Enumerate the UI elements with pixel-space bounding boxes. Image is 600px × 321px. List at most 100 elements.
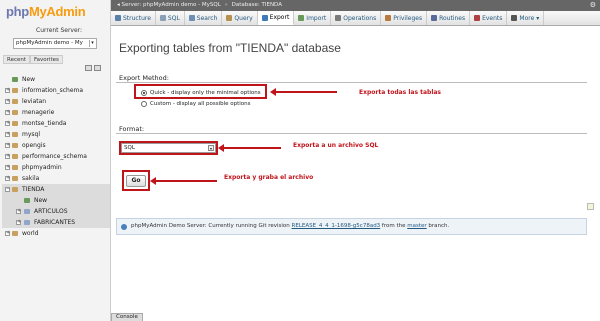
scroll-top-icon[interactable] [587, 203, 594, 210]
arrow-left-icon[interactable]: ◂ [117, 2, 120, 8]
breadcrumb-server[interactable]: Server: phpMyAdmin demo - MySQL [122, 2, 221, 8]
tab-query[interactable]: Query [222, 11, 258, 25]
breadcrumb-database[interactable]: Database: TIENDA [232, 2, 282, 8]
query-icon [226, 15, 233, 21]
tab-structure[interactable]: Structure [111, 11, 156, 25]
expand-icon[interactable]: + [5, 99, 10, 104]
tab-label: Structure [123, 14, 151, 22]
tree-item-label[interactable]: TIENDA [22, 186, 44, 193]
table-icon [24, 209, 30, 214]
database-icon [12, 77, 18, 82]
tab-label: SQL [167, 14, 180, 22]
tab-operations[interactable]: Operations [331, 11, 382, 25]
tab-events[interactable]: Events [470, 11, 508, 25]
branch-link[interactable]: master [407, 223, 426, 229]
format-label: Format: [119, 125, 145, 133]
tab-privileges[interactable]: Privileges [381, 11, 428, 25]
expand-icon[interactable]: + [16, 220, 21, 225]
tree-item-label[interactable]: performance_schema [22, 153, 87, 160]
search-icon [188, 15, 195, 21]
database-tree-item[interactable]: + mysql [2, 129, 110, 140]
export-method-label: Export Method: [119, 74, 169, 82]
structure-icon [115, 15, 121, 21]
sidebar-toolbar [85, 65, 101, 71]
expand-icon[interactable]: + [5, 88, 10, 93]
tab-label: Query [234, 14, 253, 22]
tree-item-label[interactable]: FABRICANTES [34, 219, 75, 226]
database-icon [12, 132, 18, 137]
database-icon [12, 187, 18, 192]
database-tree-item[interactable]: + opengis [2, 140, 110, 151]
gear-icon[interactable]: ⚙ [590, 0, 596, 11]
operations-icon [335, 15, 342, 21]
main-tabs: Structure SQL Search Query Export Import Opera… [111, 11, 600, 26]
breadcrumb: ◂ Server: phpMyAdmin demo - MySQL » Data… [111, 0, 600, 11]
database-tree-item[interactable]: + montse_tienda [2, 118, 110, 129]
tab-search[interactable]: Search [185, 11, 223, 25]
table-tree-item[interactable]: + ARTICULOS [2, 206, 110, 217]
tab-recent[interactable]: Recent [3, 55, 31, 64]
database-tree-item[interactable]: + world [2, 228, 110, 239]
table-tree-item[interactable]: New [2, 195, 110, 206]
tab-label: Events [482, 14, 503, 22]
table-icon [24, 220, 30, 225]
tree-item-label[interactable]: leviatan [22, 98, 46, 105]
export-panel: Exporting tables from "TIENDA" database … [111, 27, 600, 321]
more-icon [511, 15, 518, 21]
tree-item-label[interactable]: opengis [22, 142, 46, 149]
collapse-icon[interactable]: − [5, 187, 10, 192]
expand-icon[interactable]: + [5, 154, 10, 159]
expand-icon[interactable]: + [16, 209, 21, 214]
tab-favorites[interactable]: Favorites [30, 55, 63, 64]
sidebar-tabs: Recent Favorites [3, 55, 63, 64]
database-tree-item[interactable]: + performance_schema [2, 151, 110, 162]
chevron-down-icon: ▾ [89, 40, 95, 47]
annotation-arrow-method [270, 88, 337, 96]
database-icon [12, 176, 18, 181]
tree-item-label[interactable]: New [34, 197, 47, 204]
database-icon [12, 99, 18, 104]
expand-icon[interactable]: + [5, 165, 10, 170]
tab-label: Export [269, 14, 290, 21]
tree-item-label[interactable]: world [22, 230, 39, 237]
table-tree-item[interactable]: + FABRICANTES [2, 217, 110, 228]
expand-icon[interactable]: + [5, 176, 10, 181]
database-icon [12, 110, 18, 115]
custom-radio[interactable] [141, 101, 147, 107]
database-tree-item[interactable]: + phpmyadmin [2, 162, 110, 173]
custom-radio-label[interactable]: Custom - display all possible options [150, 101, 251, 107]
tree-item-label[interactable]: sakila [22, 175, 39, 182]
tab-more[interactable]: More ▾ [507, 11, 545, 25]
tab-routines[interactable]: Routines [427, 11, 471, 25]
tab-sql[interactable]: SQL [156, 11, 185, 25]
tab-import[interactable]: Import [294, 11, 332, 25]
tree-item-label[interactable]: phpmyadmin [22, 164, 62, 171]
link-icon[interactable] [94, 65, 101, 71]
database-tree-item[interactable]: − TIENDA [2, 184, 110, 195]
tree-item-label[interactable]: mysql [22, 131, 40, 138]
expand-icon[interactable]: + [5, 121, 10, 126]
database-tree-item[interactable]: + sakila [2, 173, 110, 184]
expand-icon[interactable]: + [5, 231, 10, 236]
database-tree-item[interactable]: + information_schema [2, 85, 110, 96]
tree-item-label[interactable]: information_schema [22, 87, 83, 94]
database-tree-item[interactable]: + menagerie [2, 107, 110, 118]
highlight-box-method [134, 84, 267, 99]
database-tree-item[interactable]: New [2, 74, 110, 85]
database-tree-item[interactable]: + leviatan [2, 96, 110, 107]
collapse-all-icon[interactable] [85, 65, 92, 71]
tree-item-label[interactable]: New [22, 76, 35, 83]
custom-method-option[interactable]: Custom - display all possible options [141, 101, 251, 107]
server-select[interactable]: phpMyAdmin demo - My ▾ [13, 38, 97, 49]
tab-export[interactable]: Export [257, 11, 295, 25]
console-toggle[interactable]: Console [111, 313, 143, 321]
tree-item-label[interactable]: montse_tienda [22, 120, 67, 127]
expand-icon[interactable]: + [5, 110, 10, 115]
tree-item-label[interactable]: ARTICULOS [34, 208, 68, 215]
phpmyadmin-logo[interactable]: phpMyAdmin [6, 4, 86, 19]
tree-item-label[interactable]: menagerie [22, 109, 54, 116]
highlight-box-format [119, 141, 218, 155]
revision-link[interactable]: RELEASE_4_4_1-1698-g5c78ad3 [292, 223, 381, 229]
expand-icon[interactable]: + [5, 143, 10, 148]
expand-icon[interactable]: + [5, 132, 10, 137]
